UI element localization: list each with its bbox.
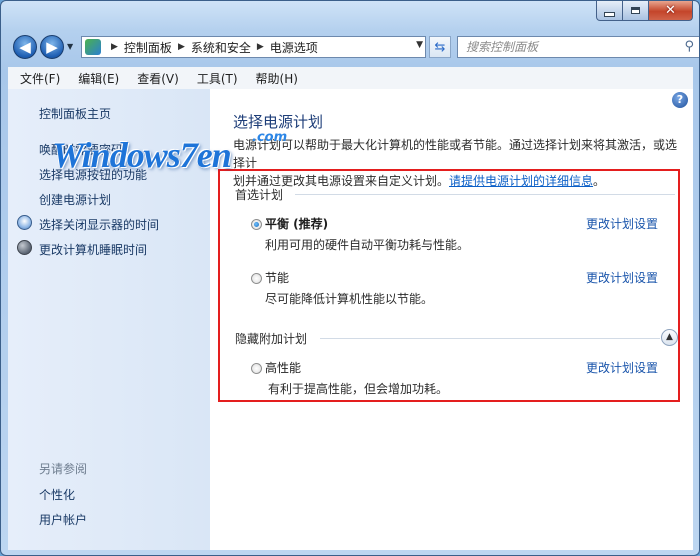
close-button[interactable]: ✕ xyxy=(649,1,693,21)
control-panel-window: ✕ ◀ ▶ ▼ ▶ 控制面板 ▶ 系统和安全 ▶ 电源选项 ▼ ⇆ 搜索控制面板… xyxy=(0,0,700,556)
plan-balanced-name[interactable]: 平衡 (推荐) xyxy=(265,215,328,232)
menu-bar: 文件(F) 编辑(E) 查看(V) 工具(T) 帮助(H) xyxy=(8,67,693,90)
menu-file[interactable]: 文件(F) xyxy=(14,70,66,87)
refresh-button[interactable]: ⇆ xyxy=(429,36,451,58)
menu-tools[interactable]: 工具(T) xyxy=(191,70,244,87)
chevron-down-icon[interactable]: ▼ xyxy=(416,40,423,50)
search-icon[interactable]: ⚲ xyxy=(684,37,694,57)
menu-view[interactable]: 查看(V) xyxy=(131,70,185,87)
sidebar-link-personalize[interactable]: 个性化 xyxy=(39,486,75,503)
sleep-moon-icon xyxy=(17,240,32,255)
address-bar[interactable]: ▶ 控制面板 ▶ 系统和安全 ▶ 电源选项 ▼ xyxy=(81,36,426,58)
monitor-icon xyxy=(17,215,32,230)
refresh-icon: ⇆ xyxy=(434,39,446,55)
content-area: 控制面板主页 唤醒时需要密码 选择电源按钮的功能 创建电源计划 选择关闭显示器的… xyxy=(8,89,693,550)
see-also-heading: 另请参阅 xyxy=(39,462,88,476)
plan-power-saver-description: 尽可能降低计算机性能以节能。 xyxy=(265,292,434,306)
description-line-1: 电源计划可以帮助于最大化计算机的性能或者节能。通过选择计划来将其激活，或选择计 xyxy=(233,138,678,170)
forward-button[interactable]: ▶ xyxy=(40,35,64,59)
recent-pages-dropdown[interactable]: ▼ xyxy=(67,42,73,51)
sidebar-link-home[interactable]: 控制面板主页 xyxy=(39,105,111,122)
breadcrumb-control-panel[interactable]: 控制面板 xyxy=(124,39,172,56)
main-panel: ? 选择电源计划 电源计划可以帮助于最大化计算机的性能或者节能。通过选择计划来将… xyxy=(210,89,693,550)
menu-help[interactable]: 帮助(H) xyxy=(250,70,304,87)
plan-power-saver-settings-link[interactable]: 更改计划设置 xyxy=(586,269,658,286)
sidebar-link-power-buttons[interactable]: 选择电源按钮的功能 xyxy=(39,166,147,183)
plan-high-performance-description: 有利于提高性能，但会增加功耗。 xyxy=(268,382,449,396)
sidebar-link-create-plan[interactable]: 创建电源计划 xyxy=(39,191,111,208)
breadcrumb-power-options[interactable]: 电源选项 xyxy=(270,39,318,56)
plan-high-performance-settings-link[interactable]: 更改计划设置 xyxy=(586,359,658,376)
chevron-right-icon[interactable]: ▶ xyxy=(178,42,185,52)
plan-power-saver-name[interactable]: 节能 xyxy=(265,269,289,286)
menu-edit[interactable]: 编辑(E) xyxy=(72,70,125,87)
minimize-icon xyxy=(604,11,615,17)
preferred-plans-header: 首选计划 xyxy=(235,188,284,202)
sidebar-link-sleep[interactable]: 更改计算机睡眠时间 xyxy=(39,241,147,258)
separator-line xyxy=(320,338,660,339)
search-placeholder: 搜索控制面板 xyxy=(466,40,539,54)
plan-high-performance-radio[interactable] xyxy=(251,363,262,374)
highlight-box: 首选计划 平衡 (推荐) 利用可用的硬件自动平衡功耗与性能。 更改计划设置 节能… xyxy=(218,169,680,402)
plan-high-performance-name[interactable]: 高性能 xyxy=(265,359,301,376)
chevron-up-icon[interactable]: ▲ xyxy=(661,329,678,346)
breadcrumb-system-security[interactable]: 系统和安全 xyxy=(191,39,251,56)
plan-power-saver-radio[interactable] xyxy=(251,273,262,284)
navigation-bar: ◀ ▶ ▼ ▶ 控制面板 ▶ 系统和安全 ▶ 电源选项 ▼ ⇆ 搜索控制面板 ⚲ xyxy=(11,34,699,60)
arrow-right-icon: ▶ xyxy=(46,38,58,56)
chevron-right-icon[interactable]: ▶ xyxy=(257,42,264,52)
sidebar-link-wake-password[interactable]: 唤醒时需要密码 xyxy=(39,141,123,158)
minimize-button[interactable] xyxy=(596,1,623,21)
plan-balanced-description: 利用可用的硬件自动平衡功耗与性能。 xyxy=(265,238,470,252)
close-icon: ✕ xyxy=(665,3,676,18)
sidebar: 控制面板主页 唤醒时需要密码 选择电源按钮的功能 创建电源计划 选择关闭显示器的… xyxy=(8,89,210,550)
sidebar-link-display-off[interactable]: 选择关闭显示器的时间 xyxy=(39,216,159,233)
caption-buttons: ✕ xyxy=(596,1,693,21)
sidebar-link-user-accounts[interactable]: 用户帐户 xyxy=(39,511,87,528)
hidden-plans-header: 隐藏附加计划 xyxy=(235,332,308,346)
arrow-left-icon: ◀ xyxy=(19,38,31,56)
help-icon[interactable]: ? xyxy=(672,92,688,108)
maximize-button[interactable] xyxy=(623,1,649,21)
plan-balanced-radio[interactable] xyxy=(251,219,262,230)
back-button[interactable]: ◀ xyxy=(13,35,37,59)
control-panel-icon xyxy=(85,39,101,55)
separator-line xyxy=(295,194,675,195)
chevron-right-icon[interactable]: ▶ xyxy=(111,42,118,52)
page-title: 选择电源计划 xyxy=(233,113,324,131)
maximize-icon xyxy=(631,7,640,14)
plan-balanced-settings-link[interactable]: 更改计划设置 xyxy=(586,215,658,232)
search-input[interactable]: 搜索控制面板 ⚲ xyxy=(457,36,699,58)
